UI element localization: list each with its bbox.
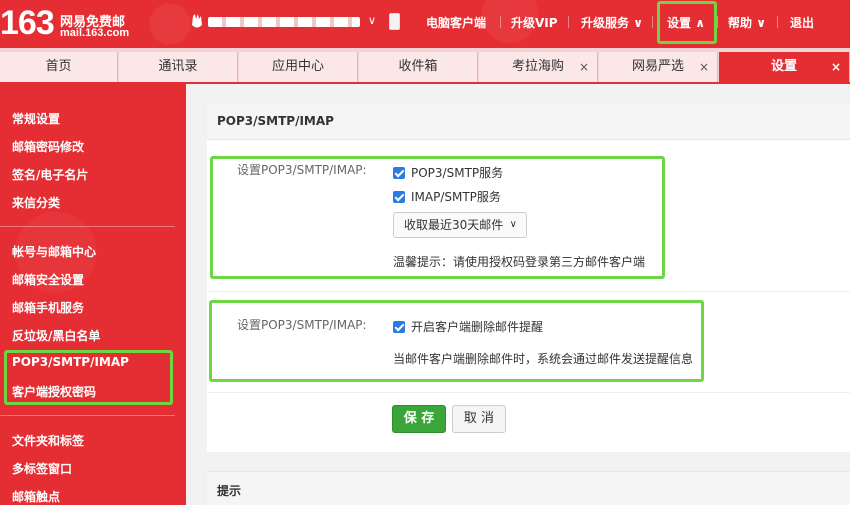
tab-home[interactable]: 首页: [0, 52, 118, 82]
annotation-highlight-section2: [209, 300, 704, 382]
page-title: POP3/SMTP/IMAP: [217, 114, 334, 128]
chevron-down-icon: ∨: [629, 16, 643, 30]
user-avatar-icon[interactable]: [190, 13, 204, 31]
pop3-settings-panel: POP3/SMTP/IMAP 设置POP3/SMTP/IMAP: POP3/SM…: [207, 104, 850, 452]
tab-yanxuan[interactable]: 网易严选 ×: [599, 52, 718, 82]
tab-bar: 首页 通讯录 应用中心 收件箱 考拉海购 × 网易严选 × 设置 ×: [0, 48, 850, 84]
settings-main: POP3/SMTP/IMAP 设置POP3/SMTP/IMAP: POP3/SM…: [186, 84, 850, 505]
logo-163[interactable]: 163: [0, 4, 55, 43]
annotation-highlight-section1: [210, 156, 665, 279]
user-email-masked[interactable]: [208, 17, 360, 27]
sidebar-item-multitab[interactable]: 多标签窗口: [12, 460, 72, 477]
sidebar-item-mobile[interactable]: 邮箱手机服务: [12, 299, 84, 316]
tips-title: 提示: [217, 484, 242, 498]
tab-label: 网易严选: [631, 59, 684, 74]
mobile-phone-icon[interactable]: [389, 13, 400, 30]
close-icon[interactable]: ×: [831, 52, 841, 82]
sidebar-item-password[interactable]: 邮箱密码修改: [12, 138, 84, 155]
sidebar-item-security[interactable]: 邮箱安全设置: [12, 271, 84, 288]
section-divider: [207, 392, 850, 393]
nav-divider: [717, 16, 718, 28]
top-header: 163 网易免费邮 mail.163.com ∨ 电脑客户端 升级VIP 升级服…: [0, 0, 850, 48]
nav-upgrade-button[interactable]: 升级服务 ∨: [581, 14, 643, 31]
annotation-highlight-settings: [657, 1, 717, 44]
chevron-down-icon: ∨: [752, 16, 766, 30]
annotation-highlight-sidebar: [4, 350, 173, 405]
sidebar-item-signature[interactable]: 签名/电子名片: [12, 166, 88, 183]
tab-label: 应用中心: [271, 59, 324, 74]
close-icon[interactable]: ×: [579, 52, 589, 82]
sidebar-item-antispam[interactable]: 反垃圾/黑白名单: [12, 327, 100, 344]
tab-kaola[interactable]: 考拉海购 ×: [479, 52, 598, 82]
nav-vip-button[interactable]: 升级VIP: [511, 14, 558, 31]
nav-upgrade-label: 升级服务: [581, 16, 630, 30]
sidebar-divider: [0, 415, 175, 416]
nav-divider: [500, 16, 501, 28]
tab-apps[interactable]: 应用中心: [239, 52, 358, 82]
sidebar-item-account-center[interactable]: 帐号与邮箱中心: [12, 243, 96, 260]
panel-header: POP3/SMTP/IMAP: [207, 104, 850, 140]
tab-label: 设置: [770, 59, 797, 74]
tab-label: 考拉海购: [511, 59, 564, 74]
tab-label: 首页: [45, 59, 72, 74]
tab-inbox[interactable]: 收件箱: [359, 52, 478, 82]
sidebar-divider: [0, 226, 175, 227]
tab-label: 通讯录: [158, 59, 198, 74]
tab-label: 收件箱: [398, 59, 438, 74]
nav-help-button[interactable]: 帮助 ∨: [728, 14, 766, 31]
sidebar-item-general[interactable]: 常规设置: [12, 110, 60, 127]
tips-panel: 提示: [207, 471, 850, 505]
cancel-button[interactable]: 取 消: [452, 405, 506, 433]
nav-divider: [568, 16, 569, 28]
section-divider: [207, 291, 850, 292]
nav-divider: [652, 16, 653, 28]
settings-sidebar: 常规设置 邮箱密码修改 签名/电子名片 来信分类 帐号与邮箱中心 邮箱安全设置 …: [0, 84, 186, 505]
sidebar-item-folders[interactable]: 文件夹和标签: [12, 432, 84, 449]
nav-logout-button[interactable]: 退出: [790, 14, 814, 31]
sidebar-item-filters[interactable]: 来信分类: [12, 194, 60, 211]
nav-client-button[interactable]: 电脑客户端: [426, 14, 486, 31]
close-icon[interactable]: ×: [699, 52, 709, 82]
tab-settings[interactable]: 设置 ×: [719, 52, 850, 82]
chevron-down-icon[interactable]: ∨: [368, 14, 376, 27]
nav-divider: [777, 16, 778, 28]
nav-help-label: 帮助: [728, 16, 753, 30]
tab-contacts[interactable]: 通讯录: [119, 52, 238, 82]
sidebar-item-touchpoints[interactable]: 邮箱触点: [12, 488, 60, 505]
logo-domain: mail.163.com: [60, 27, 130, 39]
save-button[interactable]: 保 存: [392, 405, 446, 433]
